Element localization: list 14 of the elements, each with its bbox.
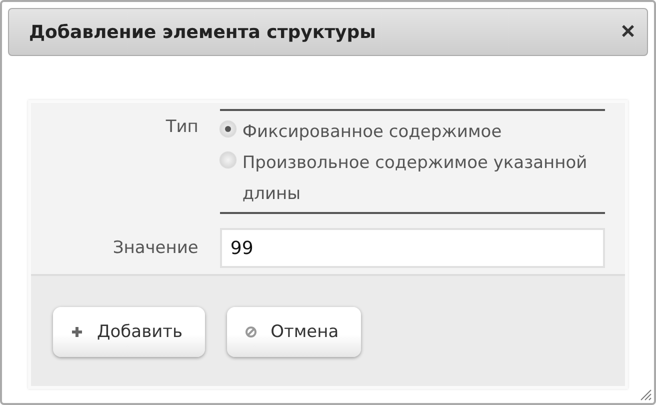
plus-icon (71, 326, 83, 338)
radio-button[interactable] (220, 152, 236, 168)
prohibited-icon (244, 326, 257, 338)
close-button[interactable]: × (620, 20, 635, 44)
option-label: Фиксированное содержимое (242, 121, 503, 144)
dialog-title: Добавление элемента структуры (29, 22, 376, 42)
value-label: Значение (112, 238, 200, 258)
option-label: Произвольное содержимое указанной длины (242, 152, 588, 206)
radio-button[interactable] (220, 121, 236, 137)
resize-grip-icon[interactable] (638, 387, 652, 401)
type-label: Тип (164, 116, 200, 139)
add-button[interactable]: Добавить (53, 307, 205, 357)
cancel-button[interactable]: Отмена (226, 307, 361, 357)
value-field[interactable]: 99 (220, 228, 605, 268)
